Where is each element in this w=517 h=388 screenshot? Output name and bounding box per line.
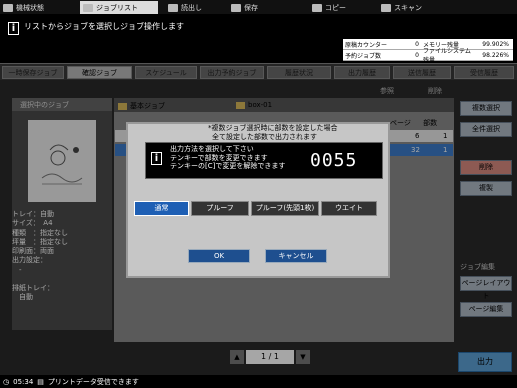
mode-proof-button[interactable]: プルーフ xyxy=(191,201,249,216)
status-text: プリントデータ受信できます xyxy=(47,377,139,386)
counter-row: 予約ジョブ数 0 ファイルシステム残量 98.226% xyxy=(343,48,513,64)
scan-icon xyxy=(381,3,391,12)
mode-normal-button[interactable]: 通常 xyxy=(134,201,189,216)
mode-wait-button[interactable]: ウエイト xyxy=(321,201,377,216)
save-icon xyxy=(231,3,241,12)
tab-job-list[interactable]: ジョブリスト xyxy=(80,1,158,14)
top-menu-bar: 機械状態 ジョブリスト 読出し 保存 コピー スキャン xyxy=(0,0,517,14)
joblist-icon xyxy=(83,3,93,12)
clock-icon: ◷ xyxy=(3,377,10,386)
tab-copy[interactable]: コピー xyxy=(309,1,369,14)
dialog-note: *複数ジョブ選択時に部数を設定した場合 全て設定した部数で出力されます xyxy=(208,124,338,141)
tab-scan[interactable]: スキャン xyxy=(378,1,448,14)
dialog-message: 出力方法を選択して下さい テンキーで部数を変更できます テンキーの[C]で変更を… xyxy=(170,145,286,170)
copy-count-display: 0055 xyxy=(310,150,358,171)
status-time: 05:34 xyxy=(13,377,34,386)
counter-panel: 原稿カウンター 0 メモリー残量 99.902% 予約ジョブ数 0 ファイルシス… xyxy=(343,39,513,64)
read-icon xyxy=(168,3,178,12)
mode-proof-first-button[interactable]: プルーフ(先頭1枚) xyxy=(251,201,319,216)
message-text: リストからジョブを選択しジョブ操作します xyxy=(24,22,184,31)
printer-icon: ▤ xyxy=(37,377,44,386)
status-bar: ◷ 05:34 ▤ プリントデータ受信できます xyxy=(0,375,517,388)
tab-save[interactable]: 保存 xyxy=(228,1,294,14)
info-icon: i xyxy=(151,152,162,165)
ok-button[interactable]: OK xyxy=(188,249,250,263)
tab-read[interactable]: 読出し xyxy=(165,1,225,14)
cancel-button[interactable]: キャンセル xyxy=(265,249,327,263)
info-icon: i xyxy=(8,22,19,35)
tab-machine-status[interactable]: 機械状態 xyxy=(0,1,70,14)
copy-icon xyxy=(312,3,322,12)
machine-icon xyxy=(3,3,13,12)
